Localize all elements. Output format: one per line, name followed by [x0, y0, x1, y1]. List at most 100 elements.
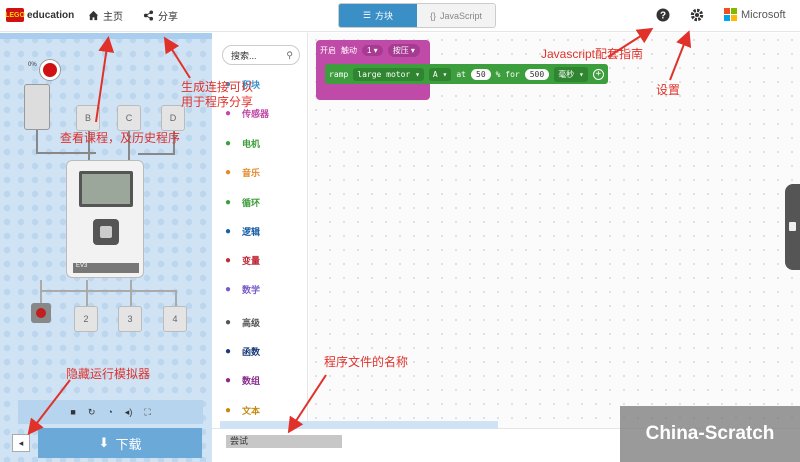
category-label: 高级 [242, 318, 261, 328]
category-function[interactable]: ● 函数 [222, 345, 260, 358]
logo[interactable]: LEGO education [5, 8, 75, 22]
port-3: 3 [118, 306, 142, 332]
share-label: 分享 [158, 12, 178, 23]
category-label: 音乐 [242, 168, 261, 178]
help-icon[interactable]: ? [656, 8, 670, 22]
music-icon: ● [224, 167, 232, 178]
logic-icon: ● [224, 226, 232, 237]
lego-badge: LEGO [5, 8, 25, 22]
tab-blocks[interactable]: ☰ 方块 [339, 4, 417, 27]
category-array[interactable]: ● 数组 [222, 374, 260, 387]
category-text[interactable]: ● 文本 [222, 404, 260, 417]
hat-start: 开启 [320, 46, 336, 55]
category-variable[interactable]: ● 变量 [222, 254, 260, 267]
wire [130, 280, 132, 306]
category-label: 电机 [242, 139, 261, 149]
category-label: 变量 [242, 256, 261, 266]
filename-input[interactable]: 尝试 [226, 435, 342, 448]
category-label: 数学 [242, 285, 261, 295]
category-logic[interactable]: ● 逻辑 [222, 225, 260, 238]
port-2: 2 [74, 306, 98, 332]
expand-icon[interactable]: + [592, 68, 604, 80]
collapse-icon: ◂ [18, 437, 24, 448]
variable-icon: ● [224, 255, 232, 266]
ms-square [731, 8, 737, 14]
hat-port-dropdown[interactable]: 1 ▾ [362, 45, 383, 56]
port-4: 4 [163, 306, 187, 332]
brick-screen [79, 171, 133, 207]
category-math[interactable]: ● 数学 [222, 283, 260, 296]
function-icon: ● [224, 346, 232, 357]
fullscreen-icon[interactable]: ⛶ [144, 407, 150, 418]
search-icon: ⚲ [286, 50, 293, 60]
annotation-filename: 程序文件的名称 [324, 355, 409, 369]
category-label: 逻辑 [242, 227, 261, 237]
category-advanced[interactable]: ● 高级 [222, 316, 260, 329]
wire [40, 280, 42, 304]
hat-event: 触动 [341, 46, 357, 55]
hat-action-dropdown[interactable]: 按压 ▾ [387, 44, 420, 57]
share-button[interactable]: 分享 [143, 8, 178, 23]
side-panel-tab[interactable] [785, 184, 800, 270]
hide-simulator-button[interactable]: ◂ [12, 434, 30, 452]
download-button[interactable]: ⬇ 下载 [38, 428, 202, 458]
category-loop[interactable]: ● 循环 [222, 196, 260, 209]
code-icon: {} [429, 10, 436, 21]
simulator-top-strip [0, 33, 212, 39]
annotation-share-2: 用于程序分享 [181, 95, 254, 109]
mute-icon[interactable]: ◂) [125, 407, 133, 418]
microsoft-logo-icon [724, 8, 737, 21]
watermark: China-Scratch [620, 406, 800, 462]
tab-javascript[interactable]: {} JavaScript [417, 4, 495, 27]
search-placeholder: 搜索... [231, 50, 257, 61]
search-input[interactable]: 搜索... ⚲ [222, 45, 300, 65]
wire [36, 130, 38, 154]
home-icon [88, 10, 99, 21]
touch-sensor-button[interactable] [40, 60, 60, 80]
category-motor[interactable]: ● 电机 [222, 137, 260, 150]
motor-unit-dropdown[interactable]: 毫秒 ▾ [554, 66, 588, 82]
ramp-motor-block[interactable]: ramp large motor ▾ A ▾ at 50 % for 500 毫… [325, 64, 608, 84]
motor-type-dropdown[interactable]: large motor ▾ [353, 67, 424, 81]
brick-label: EV3 [73, 263, 139, 273]
blocks-icon: ☰ [362, 10, 372, 20]
motor-speed-input[interactable]: 50 [471, 68, 491, 80]
brick-buttons[interactable] [93, 219, 119, 245]
annotation-settings: 设置 [656, 83, 681, 97]
port-b: B [76, 105, 100, 131]
wire [40, 290, 177, 292]
text-icon: ● [224, 405, 232, 416]
tab-blocks-label: 方块 [375, 11, 394, 21]
color-sensor[interactable] [31, 303, 51, 323]
port-c: C [117, 105, 141, 131]
sensor-reading: 0% [28, 62, 37, 68]
motor-cmd: ramp [329, 69, 349, 79]
stop-icon[interactable]: ■ [70, 407, 75, 417]
motor-port-dropdown[interactable]: A ▾ [428, 67, 452, 81]
motor-icon: ● [224, 138, 232, 149]
tab-javascript-label: JavaScript [439, 10, 483, 21]
home-button[interactable]: 主页 [88, 8, 123, 23]
slowmo-icon[interactable]: ◔ [107, 407, 112, 417]
logo-text: education [27, 9, 75, 21]
gear-icon[interactable] [690, 8, 704, 22]
touch-sensor [24, 84, 50, 130]
bottom-strip [220, 421, 498, 429]
hat-port: 1 [367, 46, 372, 55]
download-icon: ⬇ [98, 435, 110, 450]
ms-square [724, 15, 730, 21]
download-label: 下载 [115, 436, 142, 452]
loop-icon: ● [224, 197, 232, 208]
category-label: 循环 [242, 198, 261, 208]
wire [36, 152, 96, 154]
ms-square [724, 8, 730, 14]
ms-square [731, 15, 737, 21]
top-bar: LEGO education 主页 分享 ☰ 方块 {} JavaScript … [0, 0, 800, 32]
restart-icon[interactable]: ↻ [88, 407, 96, 418]
annotation-hide-sim: 隐藏运行模拟器 [66, 367, 151, 381]
simulator-toolbar: ■ ↻ ◔ ◂) ⛶ [18, 400, 203, 424]
microsoft-brand: Microsoft [724, 8, 786, 21]
category-label: 函数 [242, 347, 261, 357]
motor-duration-input[interactable]: 500 [524, 68, 550, 80]
category-music[interactable]: ● 音乐 [222, 166, 260, 179]
